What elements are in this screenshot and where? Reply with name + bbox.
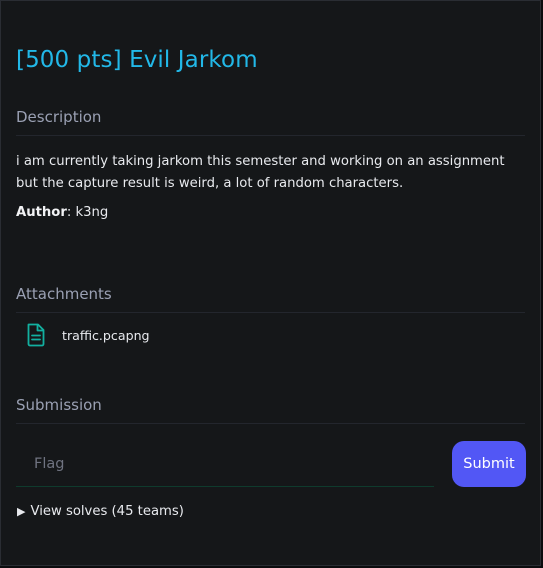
author-label: Author <box>16 205 67 220</box>
attachment-item[interactable]: traffic.pcapng <box>26 323 150 347</box>
attachments-heading: Attachments <box>16 285 112 303</box>
author-value: k3ng <box>75 205 109 220</box>
flag-input[interactable] <box>16 441 434 487</box>
description-heading: Description <box>16 108 102 126</box>
triangle-right-icon: ▶ <box>17 505 26 518</box>
challenge-panel: [500 pts] Evil Jarkom Description i am c… <box>0 0 541 566</box>
author-line: Author: k3ng <box>16 205 108 220</box>
submission-divider <box>16 423 525 424</box>
attachments-divider <box>16 312 525 313</box>
attachment-file-name[interactable]: traffic.pcapng <box>62 328 150 343</box>
author-separator: : <box>66 205 72 220</box>
view-solves-toggle[interactable]: ▶ View solves (45 teams) <box>17 504 184 519</box>
description-text: i am currently taking jarkom this semest… <box>16 154 505 191</box>
description-divider <box>16 135 525 136</box>
file-document-icon <box>26 323 46 347</box>
challenge-title: [500 pts] Evil Jarkom <box>16 47 258 73</box>
submit-button[interactable]: Submit <box>452 441 526 487</box>
view-solves-label: View solves (45 teams) <box>30 504 184 519</box>
submission-heading: Submission <box>16 396 102 414</box>
